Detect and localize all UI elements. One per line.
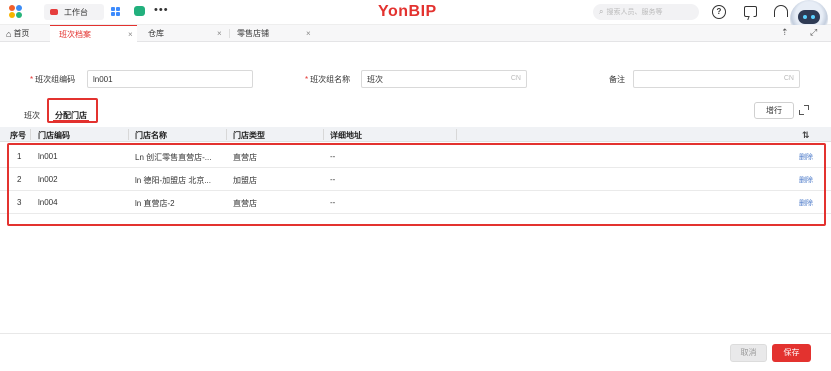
close-icon[interactable]: ×	[306, 29, 311, 38]
tab-shift-archive[interactable]: 班次档案 ×	[50, 25, 137, 42]
tab-warehouse-label: 仓库	[148, 29, 164, 38]
tab-home-label: 首页	[13, 29, 30, 38]
save-button[interactable]: 保存	[772, 344, 811, 362]
column-header-store-name: 门店名称	[135, 131, 167, 140]
column-header-store-type: 门店类型	[233, 131, 265, 140]
shift-group-code-value: ln001	[93, 74, 113, 84]
top-navigation-bar: 工作台 ••• YonBIP ⌕ 搜索人员、服务等 ?	[0, 0, 831, 38]
highlight-box-table	[7, 143, 826, 226]
shift-group-code-field[interactable]: ln001	[87, 70, 253, 88]
shift-group-name-field[interactable]: 班次 CN	[361, 70, 527, 88]
tab-warehouse[interactable]: 仓库 ×	[148, 25, 228, 42]
home-icon: ⌂	[6, 28, 12, 39]
help-icon[interactable]: ?	[712, 5, 726, 19]
column-divider	[128, 129, 129, 140]
shift-group-code-label-text: 班次组编码	[35, 75, 76, 84]
highlight-box-subtab	[47, 98, 98, 123]
tab-retail-store[interactable]: 零售店铺 ×	[237, 25, 317, 42]
remark-label: 备注	[609, 75, 625, 84]
remark-field[interactable]: CN	[633, 70, 800, 88]
close-icon[interactable]: ×	[217, 29, 222, 38]
global-search-input[interactable]: ⌕ 搜索人员、服务等	[593, 4, 699, 20]
tab-retail-store-label: 零售店铺	[237, 29, 269, 38]
more-icon[interactable]: •••	[154, 4, 169, 16]
brand-logo: YonBIP	[378, 3, 437, 20]
column-divider	[456, 129, 457, 140]
search-placeholder: 搜索人员、服务等	[606, 9, 663, 16]
shift-group-name-value: 班次	[367, 74, 383, 84]
customer-service-icon[interactable]	[774, 5, 788, 17]
column-header-no: 序号	[10, 131, 26, 140]
workbench-button[interactable]: 工作台	[44, 4, 104, 20]
column-header-store-code: 门店编码	[38, 131, 70, 140]
table-header: 序号 门店编码 门店名称 门店类型 详细地址 ⇅	[0, 127, 831, 142]
main-content: * 班次组编码 ln001 * 班次组名称 班次 CN 备注 CN 班次 分配门店 …	[0, 42, 831, 371]
message-icon[interactable]	[744, 6, 757, 17]
page-tab-bar: ⌂ 首页 班次档案 × 仓库 × 零售店铺 × ⇡ ⤢	[0, 25, 831, 42]
footer-action-bar: 取消 保存	[0, 333, 831, 371]
language-cn-button[interactable]: CN	[784, 75, 794, 82]
shift-group-code-label: * 班次组编码	[30, 74, 75, 85]
language-cn-button[interactable]: CN	[511, 75, 521, 82]
share-icon[interactable]: ⇡	[781, 27, 789, 38]
cancel-button[interactable]: 取消	[730, 344, 767, 362]
column-settings-icon[interactable]: ⇅	[802, 130, 810, 141]
tab-shift-archive-label: 班次档案	[59, 29, 91, 39]
workbench-label: 工作台	[64, 7, 88, 17]
shift-group-name-label-text: 班次组名称	[310, 75, 351, 84]
tab-home[interactable]: ⌂ 首页	[6, 25, 46, 42]
expand-icon[interactable]	[799, 105, 809, 115]
column-divider	[323, 129, 324, 140]
column-divider	[226, 129, 227, 140]
chat-app-icon[interactable]	[134, 6, 145, 16]
close-icon[interactable]: ×	[128, 30, 133, 39]
column-divider	[30, 129, 31, 140]
fullscreen-icon[interactable]: ⤢	[810, 27, 817, 38]
required-mark: *	[30, 75, 34, 84]
app-logo-icon[interactable]	[9, 5, 25, 19]
add-row-button[interactable]: 增行	[754, 102, 794, 119]
column-header-address: 详细地址	[330, 131, 362, 140]
workbench-icon	[50, 9, 58, 15]
apps-grid-icon[interactable]	[111, 7, 120, 16]
subtab-shift[interactable]: 班次	[24, 110, 40, 121]
shift-group-name-label: * 班次组名称	[305, 74, 350, 85]
search-icon: ⌕	[599, 7, 604, 16]
required-mark: *	[305, 75, 309, 84]
robot-face-icon	[798, 10, 820, 24]
tab-divider	[229, 29, 230, 38]
